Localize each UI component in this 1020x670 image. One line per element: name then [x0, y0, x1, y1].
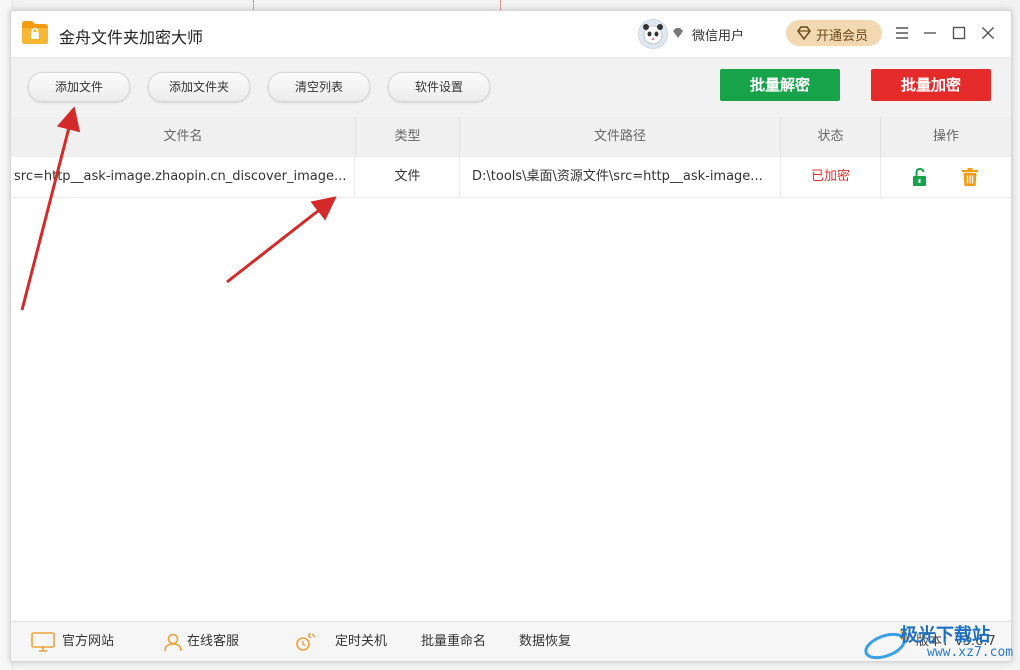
maximize-icon[interactable]	[949, 23, 969, 43]
app-window: 金舟文件夹加密大师 微信用户 开通会员 添加文件 添加文件夹 清空列表 软件设置…	[10, 10, 1012, 662]
cell-type: 文件	[356, 157, 460, 197]
panda-avatar-icon[interactable]	[638, 19, 668, 49]
online-service-link[interactable]: 在线客服	[163, 622, 263, 661]
official-site-label: 官方网站	[62, 634, 115, 649]
data-recovery-link[interactable]: 数据恢复	[519, 622, 589, 661]
status-badge: 已加密	[781, 157, 881, 197]
add-folder-button[interactable]: 添加文件夹	[148, 72, 250, 102]
toolbar: 添加文件 添加文件夹 清空列表 软件设置 批量解密 批量加密	[11, 57, 1011, 119]
title-bar: 金舟文件夹加密大师 微信用户 开通会员	[11, 11, 1011, 57]
background-window-edge	[0, 0, 1020, 10]
table-header: 文件名 类型 文件路径 状态 操作	[11, 117, 1011, 158]
official-site-link[interactable]: 官方网站	[31, 622, 131, 661]
unlock-icon[interactable]	[910, 167, 930, 187]
monitor-icon	[31, 632, 55, 652]
timer-icon	[296, 632, 316, 651]
app-title: 金舟文件夹加密大师	[59, 28, 204, 47]
cell-path: D:\tools\桌面\资源文件\src=http__ask-image...	[472, 157, 781, 197]
person-icon	[164, 633, 182, 652]
batch-rename-link[interactable]: 批量重命名	[421, 622, 501, 661]
minimize-icon[interactable]	[920, 23, 940, 43]
table-row[interactable]: src=http__ask-image.zhaopin.cn_discover_…	[11, 157, 1011, 198]
user-name[interactable]: 微信用户	[692, 25, 744, 44]
header-actions: 操作	[932, 129, 959, 144]
clear-list-button[interactable]: 清空列表	[268, 72, 370, 102]
close-icon[interactable]	[978, 23, 998, 43]
vip-button[interactable]: 开通会员	[786, 20, 882, 46]
scheduled-shutdown-link[interactable]: 定时关机	[295, 622, 395, 661]
watermark-url: www.xz7.com	[927, 645, 1014, 660]
online-service-label: 在线客服	[187, 634, 240, 649]
menu-icon[interactable]	[892, 23, 912, 43]
batch-decrypt-button[interactable]: 批量解密	[720, 69, 840, 101]
folder-lock-logo-icon	[22, 21, 48, 44]
cell-filename: src=http__ask-image.zhaopin.cn_discover_…	[14, 157, 355, 197]
header-filename[interactable]: 文件名	[11, 117, 356, 157]
add-file-button[interactable]: 添加文件	[28, 72, 130, 102]
watermark-text: 极光下载站	[900, 625, 990, 646]
vip-button-label: 开通会员	[816, 29, 869, 44]
diamond-icon	[673, 28, 683, 38]
header-status[interactable]: 状态	[781, 117, 881, 157]
trash-icon[interactable]	[960, 167, 980, 187]
diamond-icon	[797, 26, 811, 40]
header-type[interactable]: 类型	[356, 117, 460, 157]
scheduled-shutdown-label: 定时关机	[335, 634, 388, 649]
settings-button[interactable]: 软件设置	[388, 72, 490, 102]
header-path[interactable]: 文件路径	[460, 117, 781, 157]
batch-encrypt-button[interactable]: 批量加密	[871, 69, 991, 101]
